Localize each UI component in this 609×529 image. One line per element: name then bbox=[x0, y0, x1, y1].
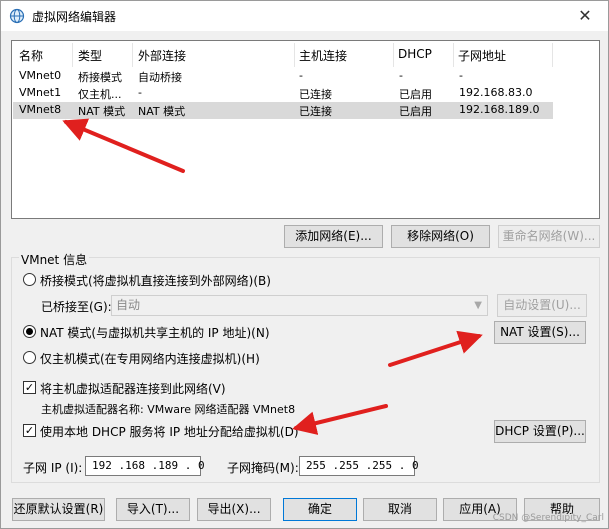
table-row-selected[interactable]: VMnet8 NAT 模式 NAT 模式 已连接 已启用 192.168.189… bbox=[13, 102, 553, 119]
export-button[interactable]: 导出(X)... bbox=[197, 498, 271, 521]
rename-network-button[interactable]: 重命名网络(W)... bbox=[498, 225, 600, 248]
dhcp-settings-button[interactable]: DHCP 设置(P)... bbox=[494, 420, 586, 443]
cell-dhcp: - bbox=[399, 69, 403, 82]
adapter-name-label: 主机虚拟适配器名称: VMware 网络适配器 VMnet8 bbox=[41, 403, 296, 416]
connect-adapter-label[interactable]: 将主机虚拟适配器连接到此网络(V) bbox=[40, 380, 226, 397]
title-bar: 虚拟网络编辑器 ✕ bbox=[1, 1, 608, 31]
network-table[interactable]: 名称 类型 外部连接 主机连接 DHCP 子网地址 VMnet0 桥接模式 自动… bbox=[11, 40, 600, 219]
remove-network-button[interactable]: 移除网络(O) bbox=[391, 225, 490, 248]
cell-name: VMnet1 bbox=[19, 86, 62, 99]
column-divider[interactable] bbox=[393, 43, 394, 67]
globe-network-icon bbox=[9, 8, 25, 24]
auto-settings-button[interactable]: 自动设置(U)... bbox=[497, 294, 587, 317]
close-button[interactable]: ✕ bbox=[562, 1, 608, 31]
nat-settings-button[interactable]: NAT 设置(S)... bbox=[494, 321, 586, 344]
cell-name: VMnet0 bbox=[19, 69, 62, 82]
table-row[interactable]: VMnet0 桥接模式 自动桥接 - - - bbox=[13, 68, 553, 85]
host-only-mode-label[interactable]: 仅主机模式(在专用网络内连接虚拟机)(H) bbox=[40, 350, 260, 367]
column-header-host[interactable]: 主机连接 bbox=[299, 47, 347, 64]
bridged-to-value: 自动 bbox=[116, 298, 141, 312]
ok-button[interactable]: 确定 bbox=[283, 498, 357, 521]
host-only-mode-radio[interactable] bbox=[23, 351, 36, 364]
bridged-to-select[interactable]: 自动 ▼ bbox=[111, 295, 488, 316]
cell-dhcp: 已启用 bbox=[399, 88, 432, 101]
column-divider[interactable] bbox=[552, 43, 553, 67]
cell-type: 桥接模式 bbox=[78, 71, 122, 84]
cell-subnet: - bbox=[459, 69, 463, 82]
subnet-ip-input[interactable]: 192 .168 .189 . 0 bbox=[85, 456, 205, 476]
table-row[interactable]: VMnet1 仅主机... - 已连接 已启用 192.168.83.0 bbox=[13, 85, 553, 102]
cell-type: NAT 模式 bbox=[78, 105, 126, 118]
chevron-down-icon: ▼ bbox=[474, 300, 482, 311]
dhcp-checkbox[interactable]: ✓ bbox=[23, 424, 36, 437]
cell-host: - bbox=[299, 69, 303, 82]
watermark: CSDN @Serendipity_Carl bbox=[492, 513, 604, 523]
cell-subnet: 192.168.189.0 bbox=[459, 103, 540, 116]
subnet-mask-label: 子网掩码(M): bbox=[227, 461, 299, 475]
dhcp-label[interactable]: 使用本地 DHCP 服务将 IP 地址分配给虚拟机(D) bbox=[40, 423, 299, 440]
cell-subnet: 192.168.83.0 bbox=[459, 86, 533, 99]
column-divider[interactable] bbox=[132, 43, 133, 67]
connect-adapter-checkbox[interactable]: ✓ bbox=[23, 381, 36, 394]
subnet-ip-label: 子网 IP (I): bbox=[23, 461, 83, 475]
import-button[interactable]: 导入(T)... bbox=[116, 498, 190, 521]
bridged-mode-label[interactable]: 桥接模式(将虚拟机直接连接到外部网络)(B) bbox=[40, 272, 271, 289]
virtual-network-editor-window: 虚拟网络编辑器 ✕ 名称 类型 外部连接 主机连接 DHCP 子网地址 VMne… bbox=[0, 0, 609, 529]
add-network-button[interactable]: 添加网络(E)... bbox=[284, 225, 383, 248]
cell-type: 仅主机... bbox=[78, 88, 122, 101]
cell-dhcp: 已启用 bbox=[399, 105, 432, 118]
restore-defaults-button[interactable]: 还原默认设置(R) bbox=[12, 498, 105, 521]
window-title: 虚拟网络编辑器 bbox=[32, 10, 117, 24]
cancel-button[interactable]: 取消 bbox=[363, 498, 437, 521]
vmnet-info-title: VMnet 信息 bbox=[19, 251, 90, 268]
cell-host: 已连接 bbox=[299, 105, 332, 118]
subnet-mask-input[interactable]: 255 .255 .255 . 0 bbox=[299, 456, 419, 476]
column-header-external[interactable]: 外部连接 bbox=[138, 47, 186, 64]
cell-external: NAT 模式 bbox=[138, 105, 186, 118]
column-divider[interactable] bbox=[453, 43, 454, 67]
column-divider[interactable] bbox=[294, 43, 295, 67]
cell-external: 自动桥接 bbox=[138, 71, 182, 84]
bridged-to-label: 已桥接至(G): bbox=[41, 300, 112, 314]
column-header-name[interactable]: 名称 bbox=[19, 47, 43, 64]
column-divider[interactable] bbox=[72, 43, 73, 67]
cell-external: - bbox=[138, 86, 142, 99]
nat-mode-label[interactable]: NAT 模式(与虚拟机共享主机的 IP 地址)(N) bbox=[40, 324, 270, 341]
nat-mode-radio[interactable] bbox=[23, 325, 36, 338]
column-header-type[interactable]: 类型 bbox=[78, 47, 102, 64]
column-header-dhcp[interactable]: DHCP bbox=[398, 47, 432, 61]
bridged-mode-radio[interactable] bbox=[23, 273, 36, 286]
cell-host: 已连接 bbox=[299, 88, 332, 101]
cell-name: VMnet8 bbox=[19, 103, 62, 116]
column-header-subnet[interactable]: 子网地址 bbox=[458, 47, 506, 64]
vmnet-info-group bbox=[11, 257, 600, 483]
